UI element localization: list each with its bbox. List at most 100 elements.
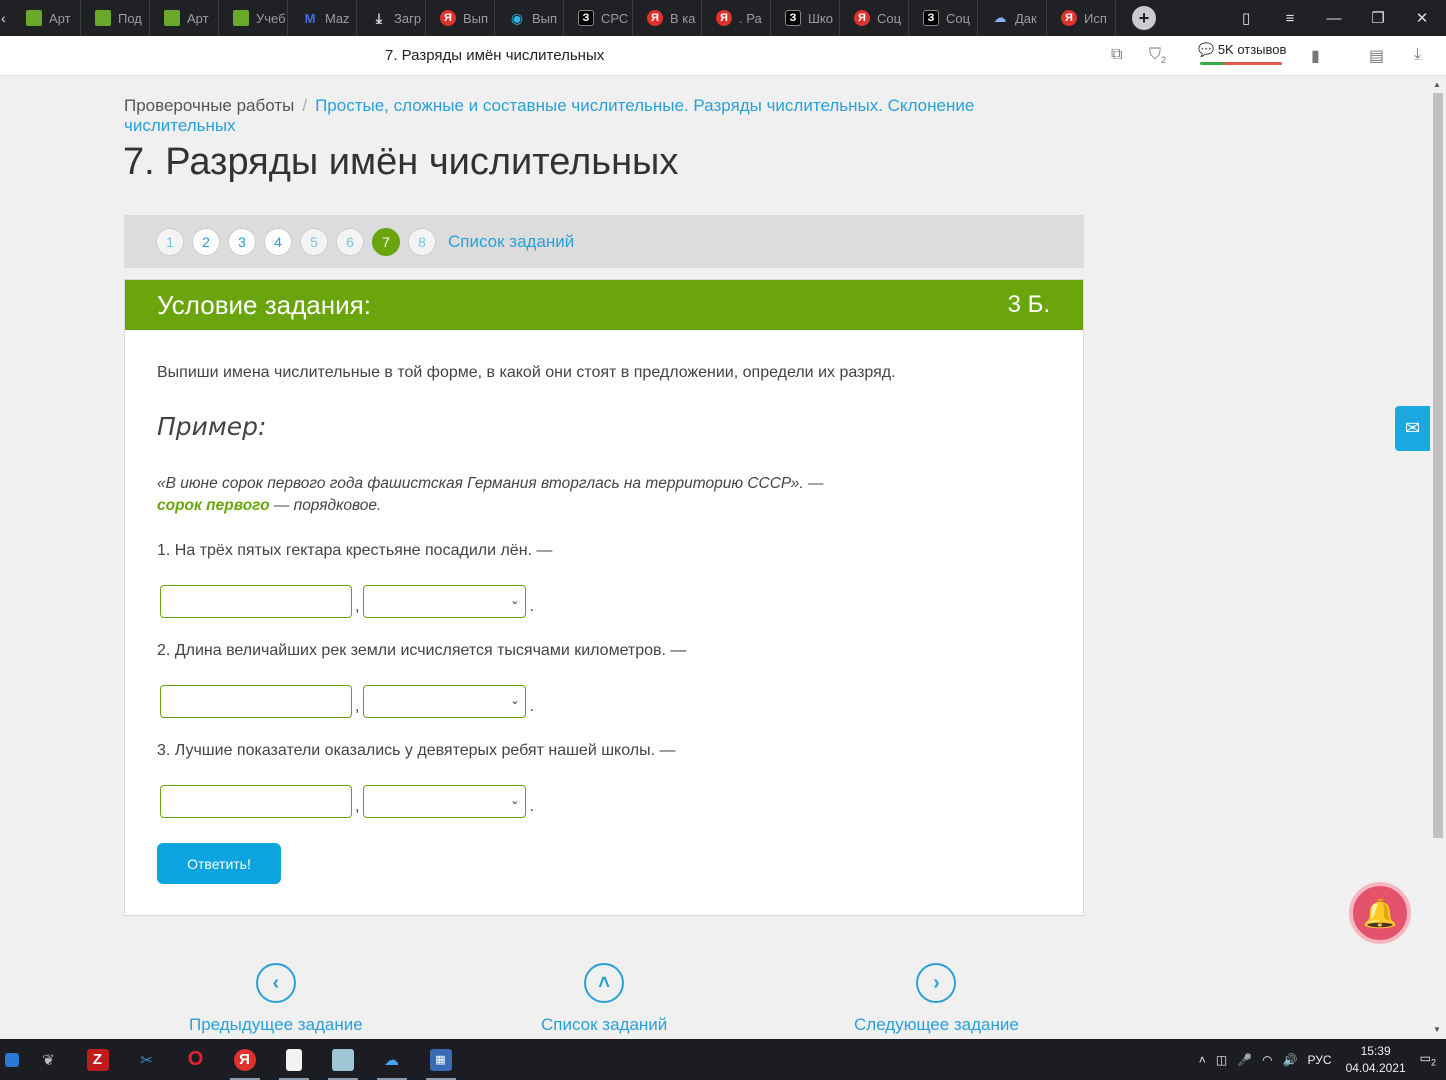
taskbar-document[interactable] <box>269 1039 318 1080</box>
browser-tab[interactable]: Я . Ра <box>702 0 771 36</box>
chevron-left-icon[interactable]: ‹ <box>255 963 296 1003</box>
submit-button[interactable]: Ответить! <box>157 843 281 884</box>
answer-row-2: , ⌄ . <box>160 685 538 718</box>
browser-tab[interactable]: Учеб <box>219 0 288 36</box>
start-button[interactable] <box>0 1039 24 1080</box>
answer-row-1: , ⌄ . <box>160 585 538 618</box>
pager-page-6[interactable]: 6 <box>336 227 364 256</box>
task-list-button[interactable]: ˄ Список заданий <box>541 963 667 1035</box>
wifi-icon[interactable]: ◠ <box>1262 1053 1272 1067</box>
language-indicator[interactable]: РУС <box>1308 1053 1332 1067</box>
taskbar-snipping[interactable]: ✂ <box>122 1039 171 1080</box>
close-window-icon[interactable]: ✕ <box>1400 0 1444 36</box>
category-select-1[interactable]: ⌄ <box>363 585 527 618</box>
browser-tab[interactable]: M Maz <box>288 0 357 36</box>
taskbar-calculator[interactable]: ▦ <box>416 1039 465 1080</box>
browser-tab[interactable]: Арт <box>12 0 81 36</box>
protect-icon[interactable]: ⛉2 <box>1149 46 1166 65</box>
microphone-icon[interactable]: 🎤 <box>1237 1053 1252 1067</box>
scroll-down-icon[interactable]: ▼ <box>1433 1025 1441 1034</box>
example-answer-tail: — порядковое. <box>269 497 382 514</box>
collections-icon[interactable]: ▤ <box>1369 46 1384 66</box>
minimize-icon[interactable]: — <box>1312 0 1356 36</box>
prev-task-label[interactable]: Предыдущее задание <box>189 1015 363 1035</box>
yandex-icon: Я <box>233 1048 256 1071</box>
clock[interactable]: 15:39 04.04.2021 <box>1346 1043 1406 1077</box>
browser-tab[interactable]: Под <box>81 0 150 36</box>
windows-icon <box>5 1052 19 1067</box>
browser-tab[interactable]: ☁ Дак <box>978 0 1047 36</box>
category-select-3[interactable]: ⌄ <box>363 785 527 818</box>
downloads-icon[interactable]: ⤓ <box>1414 46 1421 64</box>
pager-page-1[interactable]: 1 <box>156 227 184 256</box>
browser-tab[interactable]: З Соц <box>909 0 978 36</box>
scroll-up-icon[interactable]: ▲ <box>1433 80 1441 89</box>
browser-tab-title: Вып <box>463 10 489 26</box>
clock-time: 15:39 <box>1360 1043 1391 1058</box>
bookmark-icon[interactable]: ▮ <box>1311 46 1320 66</box>
taskbar-filezilla[interactable]: Z <box>73 1039 122 1080</box>
z-logo-icon: З <box>578 10 594 26</box>
browser-tab-title: Учеб <box>256 10 286 26</box>
page-scrollbar[interactable]: ▲ ▼ <box>1430 77 1446 1039</box>
tabs-scroll-left-icon[interactable]: ‹ <box>0 10 12 26</box>
taskbar-app-1[interactable]: ❦ <box>24 1039 73 1080</box>
task-list-label[interactable]: Список заданий <box>541 1015 667 1035</box>
taskbar-opera[interactable]: O <box>171 1039 220 1080</box>
chevron-up-icon[interactable]: ˄ <box>584 963 625 1003</box>
pager-page-4[interactable]: 4 <box>264 227 292 256</box>
example-text: «В июне сорок первого года фашистская Ге… <box>157 473 823 517</box>
pager-page-8[interactable]: 8 <box>408 227 436 256</box>
browser-page-title[interactable]: 7. Разряды имён числительных <box>385 47 604 64</box>
answer-input-1[interactable] <box>160 585 352 618</box>
answer-input-3[interactable] <box>160 785 352 818</box>
next-task-label[interactable]: Следующее задание <box>854 1015 1019 1035</box>
page-content: Проверочные работы / Простые, сложные и со… <box>0 77 1430 1039</box>
category-select-2[interactable]: ⌄ <box>363 685 527 718</box>
prev-task-button[interactable]: ‹ Предыдущее задание <box>189 963 363 1035</box>
answer-input-2[interactable] <box>160 685 352 718</box>
browser-tab[interactable]: З СРС <box>564 0 633 36</box>
book-icon <box>164 10 180 26</box>
browser-tab[interactable]: Я Соц <box>840 0 909 36</box>
volume-icon[interactable]: 🔊 <box>1283 1053 1298 1067</box>
yandex-icon: Я <box>440 10 456 26</box>
browser-tab[interactable]: ⤓ Загр <box>357 0 426 36</box>
example-sentence: «В июне сорок первого года фашистская Ге… <box>157 475 824 492</box>
restore-icon[interactable]: ❐ <box>1356 0 1400 36</box>
tab-manager-icon[interactable]: ▯ <box>1224 0 1268 36</box>
tray-chevron-up-icon[interactable]: ˄ <box>1199 1053 1206 1067</box>
reviews-button[interactable]: 💬 5K отзывов <box>1198 42 1286 58</box>
new-tab-button[interactable]: + <box>1132 6 1156 30</box>
copy-icon[interactable]: ⧉ <box>1111 46 1122 64</box>
pager-page-5[interactable]: 5 <box>300 227 328 256</box>
browser-tab[interactable]: З Шко <box>771 0 840 36</box>
browser-tab[interactable]: ◉ Вып <box>495 0 564 36</box>
camera-icon[interactable]: ◫ <box>1216 1053 1227 1067</box>
notifications-icon[interactable]: ▭2 <box>1420 1051 1436 1067</box>
browser-tab[interactable]: Арт <box>150 0 219 36</box>
task-heading: Условие задания: <box>157 289 371 320</box>
taskbar-notes[interactable] <box>318 1039 367 1080</box>
browser-tab-title: Дак <box>1015 10 1037 26</box>
breadcrumb-root[interactable]: Проверочные работы <box>124 96 294 115</box>
pager-page-7[interactable]: 7 <box>372 227 400 256</box>
menu-icon[interactable]: ≡ <box>1268 0 1312 36</box>
notification-bell-icon[interactable]: 🔔 <box>1349 882 1411 944</box>
calculator-icon: ▦ <box>429 1048 452 1071</box>
example-heading: Пример: <box>157 412 267 441</box>
taskbar-app-cloud[interactable]: ☁ <box>367 1039 416 1080</box>
browser-tab[interactable]: Я Исп <box>1047 0 1116 36</box>
mail-feedback-icon[interactable]: ✉ <box>1395 406 1430 451</box>
browser-tab[interactable]: Я В ка <box>633 0 702 36</box>
browser-tab[interactable]: Я Вып <box>426 0 495 36</box>
yandex-icon: Я <box>854 10 870 26</box>
scrollbar-thumb[interactable] <box>1433 93 1443 838</box>
filezilla-icon: Z <box>86 1048 109 1071</box>
next-task-button[interactable]: › Следующее задание <box>854 963 1019 1035</box>
task-list-link[interactable]: Список заданий <box>448 232 574 252</box>
pager-page-3[interactable]: 3 <box>228 227 256 256</box>
pager-page-2[interactable]: 2 <box>192 227 220 256</box>
taskbar-yandex[interactable]: Я <box>220 1039 269 1080</box>
chevron-right-icon[interactable]: › <box>916 963 957 1003</box>
